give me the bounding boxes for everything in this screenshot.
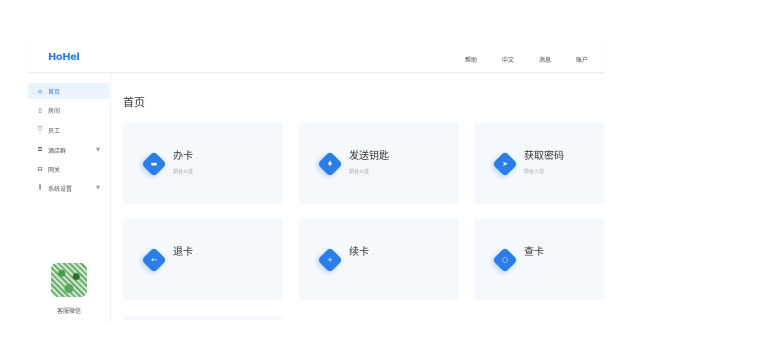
sidebar-item-label: 员工 [48,127,61,135]
card-issue[interactable]: ▬ 办卡 前台入住 [123,122,283,204]
return-icon: ← [141,247,167,273]
card-query[interactable]: ○ 查卡 [474,218,604,300]
key-icon: ♦ [317,151,343,177]
send-icon: ➤ [492,151,518,177]
wechat-qr-code [51,263,87,297]
card-renew[interactable]: + 续卡 [299,218,459,300]
sidebar: ⌂ 首页 ▯ 房间 ⛉ 员工 ⧉ 酒店群 ▼ ⊟ 网关 ⫼ 系统设置 ▼ 客服微… [28,73,111,323]
card-title: 办卡 [173,151,193,162]
card-title: 发送钥匙 [349,151,389,162]
card-get-password[interactable]: ➤ 获取密码 前台入住 [474,122,604,204]
card-title: 获取密码 [524,151,564,162]
chevron-down-icon: ▼ [96,147,100,153]
nav-language[interactable]: 中文 [502,55,514,64]
sidebar-item-label: 网关 [48,166,61,174]
page-title: 首页 [123,96,145,109]
qr-label: 客服微信 [56,308,81,315]
card-subtitle: 前台入住 [173,169,194,175]
card-title: 退卡 [173,247,193,258]
card-partial [123,316,283,320]
card-subtitle: 前台入住 [349,169,370,175]
sidebar-item-label: 房间 [48,107,61,115]
sidebar-item-home[interactable]: ⌂ 首页 [28,83,109,99]
chevron-down-icon: ▼ [96,185,100,191]
card-subtitle: 前台入住 [524,169,545,175]
card-return[interactable]: ← 退卡 [123,218,283,300]
sidebar-item-system-settings[interactable]: ⫼ 系统设置 ▼ [28,180,109,196]
sidebar-item-staff[interactable]: ⛉ 员工 [28,122,109,138]
nav-account[interactable]: 账户 [576,55,588,64]
nav-messages[interactable]: 消息 [539,55,551,64]
search-icon: ○ [492,247,518,273]
plus-icon: + [317,247,343,273]
home-icon: ⌂ [38,87,42,95]
settings-icon: ⫼ [38,184,42,191]
card-send-key[interactable]: ♦ 发送钥匙 前台入住 [299,122,459,204]
sidebar-item-label: 系统设置 [48,185,73,193]
card-icon: ▬ [141,151,167,177]
logo[interactable]: HoHel [48,52,80,63]
hotel-icon: ⧉ [37,146,43,153]
sidebar-item-label: 酒店群 [48,147,67,155]
sidebar-item-rooms[interactable]: ▯ 房间 [28,102,109,118]
card-title: 续卡 [349,247,369,258]
nav-help[interactable]: 帮助 [465,55,477,64]
staff-icon: ⛉ [37,126,43,133]
card-title: 查卡 [524,247,544,258]
room-icon: ▯ [38,106,42,114]
top-bar: HoHel 帮助 中文 消息 账户 [28,40,604,73]
sidebar-item-hotel-group[interactable]: ⧉ 酒店群 ▼ [28,142,109,158]
gateway-icon: ⊟ [37,165,43,173]
sidebar-item-gateway[interactable]: ⊟ 网关 [28,161,109,177]
sidebar-item-label: 首页 [48,88,61,96]
